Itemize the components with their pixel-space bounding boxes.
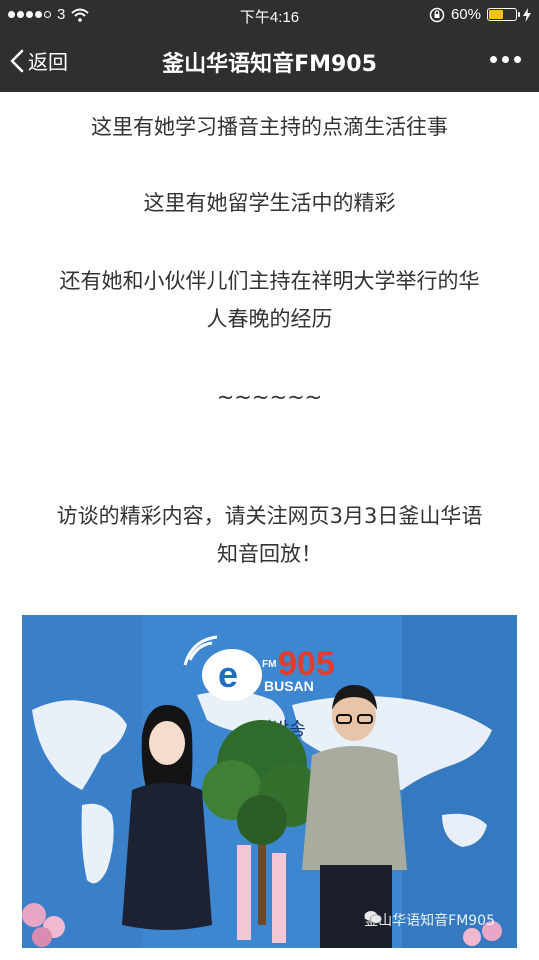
rotation-lock-icon	[429, 7, 445, 22]
logo-fm-text: FM	[262, 659, 276, 670]
battery-percent: 60%	[450, 6, 481, 23]
page-title: 釜山华语知音FM905	[162, 52, 377, 77]
status-right: 60%	[429, 6, 531, 23]
studio-photo[interactable]: e FM 905 BUSAN 어방송	[22, 615, 517, 948]
paragraph-gala-line1: 还有她和小伙伴儿们主持在祥明大学举行的华	[59, 269, 480, 293]
logo-city-text: BUSAN	[264, 678, 314, 694]
paragraph-study: 这里有她学习播音主持的点滴生活往事	[91, 115, 448, 139]
paragraph-abroad: 这里有她留学生活中的精彩	[143, 191, 396, 215]
battery-icon	[487, 8, 520, 21]
paragraph-replay: 访谈的精彩内容，请关注网页3月3日釜山华语 知音回放！	[20, 497, 519, 573]
status-bar: 3 下午4:16 60%	[0, 0, 539, 30]
paragraph-gala: 还有她和小伙伴儿们主持在祥明大学举行的华 人春晚的经历	[20, 262, 519, 338]
navigation-bar: 返回 釜山华语知音FM905	[0, 30, 539, 92]
wechat-icon	[364, 911, 382, 924]
paragraph-gala-line2: 人春晚的经历	[206, 307, 333, 331]
studio-scene: e FM 905 BUSAN 어방송	[22, 615, 517, 948]
watermark: 釜山华语知音FM905	[364, 910, 495, 930]
paragraph-replay-line2: 知音回放！	[217, 542, 322, 566]
paragraph-replay-line1: 访谈的精彩内容，请关注网页3月3日釜山华语	[56, 504, 483, 528]
more-options-icon[interactable]	[490, 48, 521, 63]
paragraph-divider: ~~~~~~	[216, 385, 323, 409]
watermark-text: 釜山华语知音FM905	[364, 913, 495, 929]
charging-icon	[523, 7, 531, 22]
svg-text:e: e	[218, 654, 238, 695]
